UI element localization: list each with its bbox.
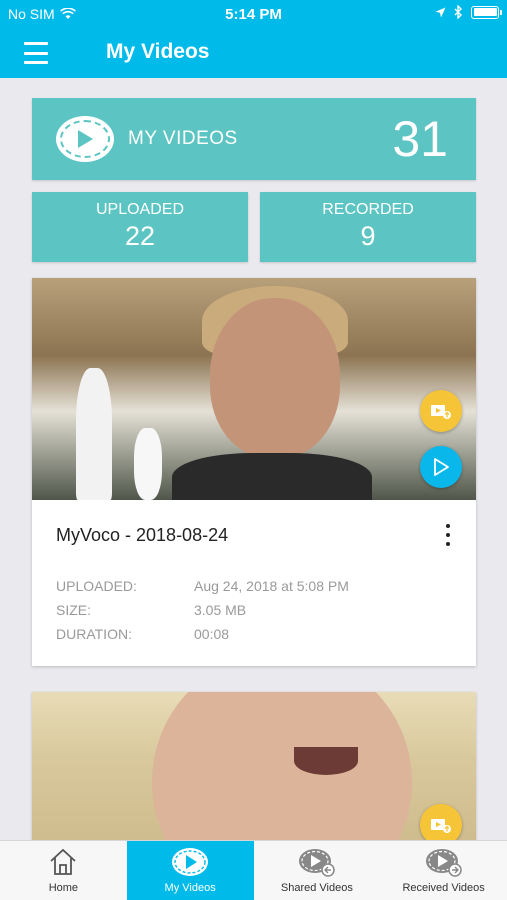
uploaded-label: UPLOADED [95, 201, 185, 218]
tab-received-videos[interactable]: Received Videos [380, 841, 507, 900]
upload-video-icon [431, 405, 451, 419]
meta-value: Aug 24, 2018 at 5:08 PM [194, 578, 349, 594]
tab-label: My Videos [164, 882, 216, 894]
my-videos-count: 31 [392, 111, 448, 167]
uploaded-summary: UPLOADED 22 [32, 192, 248, 262]
meta-key: UPLOADED: [56, 578, 137, 594]
recorded-label: RECORDED [322, 201, 414, 218]
video-play-icon [56, 116, 114, 162]
meta-key: SIZE: [56, 602, 92, 618]
tab-my-videos[interactable]: My Videos [126, 841, 254, 900]
video-card[interactable]: MyVoco - 2018-08-24 UPLOADED: Aug 24, 20… [32, 278, 476, 666]
recorded-count: 9 [360, 221, 376, 251]
my-videos-label: MY VIDEOS [128, 128, 238, 149]
meta-key: DURATION: [56, 626, 132, 642]
content[interactable]: MY VIDEOS 31 UPLOADED 22 RECORDED 9 MyVo… [0, 78, 507, 840]
my-videos-summary: MY VIDEOS 31 [32, 98, 476, 180]
video-thumbnail[interactable] [32, 278, 476, 500]
play-button[interactable] [420, 446, 462, 488]
tab-home[interactable]: Home [0, 841, 127, 900]
hamburger-icon [24, 42, 48, 45]
shared-video-icon [298, 849, 335, 877]
recorded-summary: RECORDED 9 [260, 192, 476, 262]
video-thumbnail[interactable] [32, 692, 476, 840]
upload-button[interactable] [420, 804, 462, 840]
video-title: MyVoco - 2018-08-24 [56, 525, 229, 545]
status-time: 5:14 PM [225, 6, 282, 23]
battery-icon [471, 5, 502, 19]
home-icon [50, 848, 76, 875]
top-bar: No SIM 5:14 PM My Videos [0, 0, 507, 78]
uploaded-count: 22 [124, 221, 156, 251]
tab-label: Home [48, 882, 79, 894]
play-icon [434, 458, 449, 476]
tab-label: Shared Videos [280, 882, 353, 894]
upload-video-icon [431, 819, 451, 833]
received-video-icon [425, 849, 462, 877]
bluetooth-icon [454, 5, 462, 19]
more-options-button[interactable] [440, 524, 456, 546]
upload-button[interactable] [420, 390, 462, 432]
tab-bar: Home My Videos Shared Videos Received Vi… [0, 840, 507, 900]
meta-value: 00:08 [194, 626, 230, 642]
more-vertical-icon [446, 524, 450, 528]
status-bar: No SIM 5:14 PM [0, 0, 507, 30]
meta-value: 3.05 MB [194, 602, 247, 618]
video-play-icon [172, 848, 209, 876]
app-header: My Videos [0, 30, 507, 78]
tab-shared-videos[interactable]: Shared Videos [254, 841, 381, 900]
location-arrow-icon [435, 7, 446, 17]
page-title: My Videos [106, 40, 210, 63]
menu-button[interactable] [24, 42, 48, 64]
status-right [435, 5, 502, 19]
video-card[interactable] [32, 692, 476, 840]
tab-label: Received Videos [402, 882, 485, 894]
